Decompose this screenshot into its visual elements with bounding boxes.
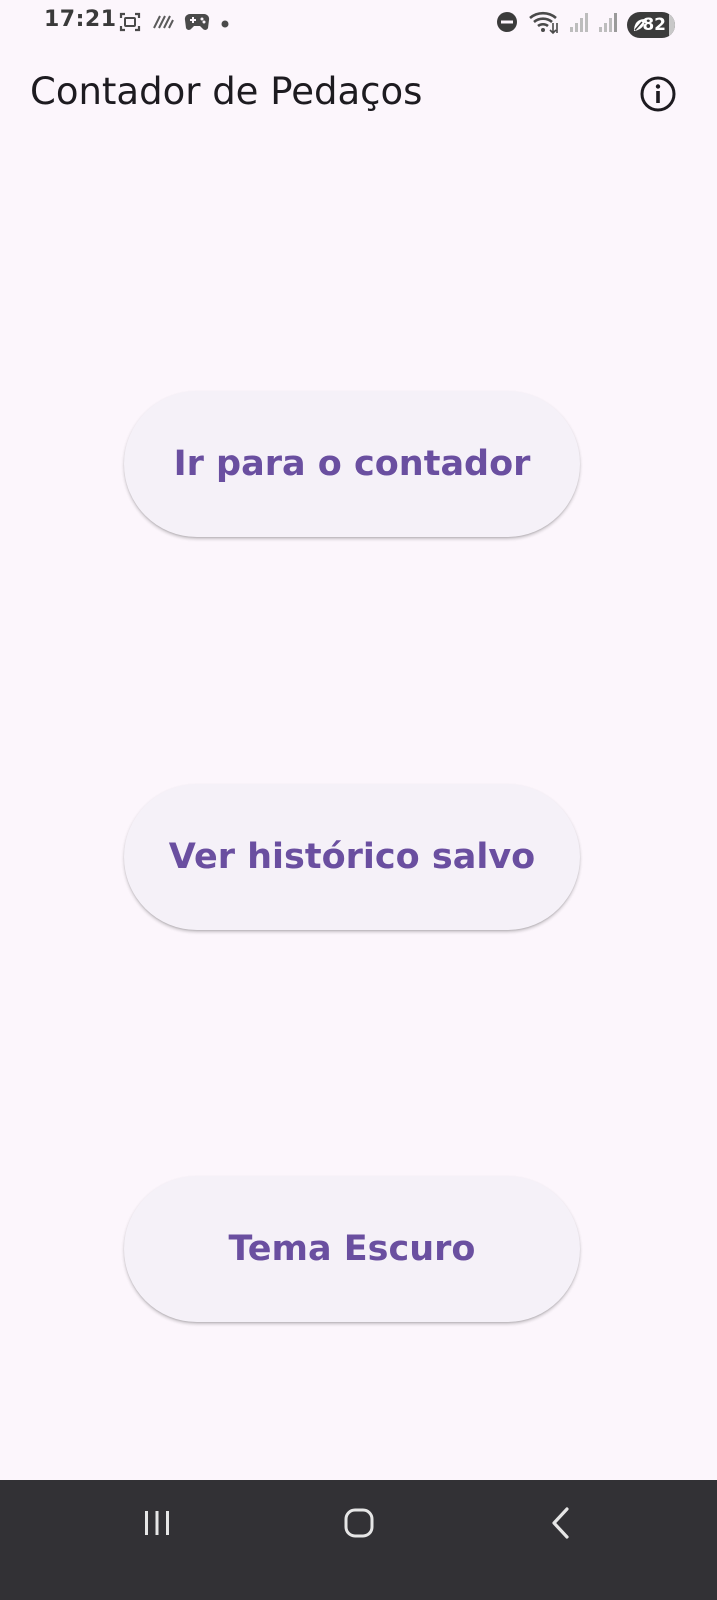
go-to-counter-label: Ir para o contador [173,444,531,484]
dark-theme-label: Tema Escuro [228,1229,476,1269]
do-not-disturb-icon [495,10,519,39]
battery-icon: 82 [627,11,675,38]
signal-hatch-icon [152,14,174,35]
status-time: 17:21 [44,7,117,32]
recents-button[interactable] [117,1500,197,1550]
screenshot-icon [118,10,142,39]
view-history-label: Ver histórico salvo [168,837,536,877]
home-button[interactable] [319,1500,399,1550]
game-controller-icon [184,11,210,38]
go-to-counter-button[interactable]: Ir para o contador [124,391,580,537]
status-left-icons [118,10,230,39]
wifi-icon [528,9,560,40]
dark-theme-button[interactable]: Tema Escuro [124,1176,580,1322]
back-icon [549,1506,573,1545]
screen: 17:21 82 Contador de Pedaços Ir para o c… [0,0,717,1600]
status-right-icons: 82 [495,9,675,40]
page-title: Contador de Pedaços [30,70,423,113]
back-button[interactable] [521,1500,601,1550]
navigation-bar [0,1480,717,1600]
info-icon [639,75,677,118]
view-history-button[interactable]: Ver histórico salvo [124,784,580,930]
notification-dot-icon [220,16,230,34]
status-bar: 17:21 82 [0,0,717,44]
info-button[interactable] [638,76,678,116]
signal-bars-icon [569,11,589,38]
recents-icon [142,1509,172,1542]
battery-level: 82 [642,14,666,35]
signal-bars-icon [598,11,618,38]
home-icon [343,1507,375,1544]
